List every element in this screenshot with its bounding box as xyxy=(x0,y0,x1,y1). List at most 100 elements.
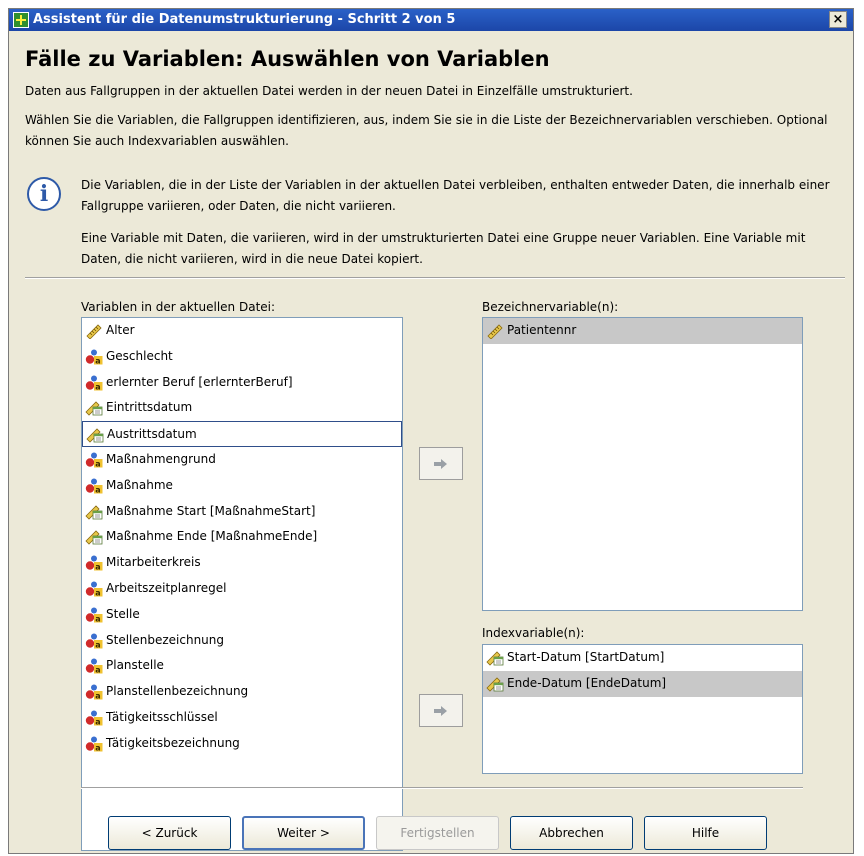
date-scale-icon xyxy=(86,427,104,443)
finish-button[interactable]: Fertigstellen xyxy=(376,816,499,850)
date-scale-icon xyxy=(486,650,504,666)
list-item[interactable]: a Planstelle xyxy=(82,653,402,679)
arrow-right-icon xyxy=(434,705,447,716)
info-text-1: Die Variablen, die in der Liste der Vari… xyxy=(81,178,830,213)
nominal-icon: a xyxy=(85,581,103,597)
list-item[interactable]: a Tätigkeitsschlüssel xyxy=(82,705,402,731)
info-text-2: Eine Variable mit Daten, die variieren, … xyxy=(81,231,806,266)
svg-text:a: a xyxy=(95,717,100,726)
nominal-icon: a xyxy=(85,684,103,701)
scale-icon xyxy=(486,323,504,340)
nominal-icon: a xyxy=(85,478,103,494)
list-item[interactable]: a Stelle xyxy=(82,602,402,628)
separator-bottom xyxy=(81,787,803,789)
list-item-label: Maßnahme Ende [MaßnahmeEnde] xyxy=(106,529,318,544)
list-item[interactable]: Ende-Datum [EndeDatum] xyxy=(483,670,802,697)
dialog-window: Assistent für die Datenumstrukturierung … xyxy=(8,8,854,854)
close-button[interactable]: × xyxy=(829,11,847,28)
nominal-icon: a xyxy=(85,452,103,468)
source-variable-list[interactable]: Alter a Geschlecht a erlernter Beruf [erlern… xyxy=(81,317,403,851)
svg-text:a: a xyxy=(95,640,100,649)
list-item[interactable]: Maßnahme Start [MaßnahmeStart] xyxy=(82,499,402,525)
index-variable-list[interactable]: Start-Datum [StartDatum] Ende-Datum [Ende… xyxy=(482,644,803,774)
list-item-label: Planstellenbezeichnung xyxy=(106,684,249,699)
svg-text:a: a xyxy=(95,563,100,572)
date-scale-icon xyxy=(486,676,504,692)
list-item-label: Start-Datum [StartDatum] xyxy=(507,650,665,664)
list-item[interactable]: Maßnahme Ende [MaßnahmeEnde] xyxy=(82,524,402,550)
arrow-right-icon xyxy=(434,458,447,469)
svg-text:a: a xyxy=(95,666,100,675)
svg-text:a: a xyxy=(95,743,100,752)
list-item[interactable]: a Geschlecht xyxy=(82,344,402,370)
list-item-label: Stelle xyxy=(106,606,140,621)
title-bar[interactable]: Assistent für die Datenumstrukturierung … xyxy=(9,9,853,31)
list-item[interactable]: a Mitarbeiterkreis xyxy=(82,550,402,576)
list-item-label: Alter xyxy=(106,323,135,337)
list-item-label: Austrittsdatum xyxy=(107,427,197,442)
intro-text: Daten aus Fallgruppen in der aktuellen D… xyxy=(25,84,633,98)
move-to-identifier-button[interactable] xyxy=(419,447,463,480)
list-item[interactable]: a Planstellenbezeichnung xyxy=(82,679,402,705)
list-item[interactable]: a Tätigkeitsbezeichnung xyxy=(82,731,402,757)
list-item[interactable]: a Stellenbezeichnung xyxy=(82,628,402,654)
nominal-icon: a xyxy=(85,633,103,649)
nominal-icon: a xyxy=(85,375,103,391)
list-item-label: Maßnahmengrund xyxy=(106,451,216,466)
svg-text:a: a xyxy=(95,614,100,623)
list-item[interactable]: a Arbeitszeitplanregel xyxy=(82,576,402,602)
list-item-label: Tätigkeitsschlüssel xyxy=(106,709,218,724)
date-scale-icon xyxy=(85,504,103,520)
back-button[interactable]: < Zurück xyxy=(108,816,231,850)
nominal-icon: a xyxy=(85,658,103,675)
nominal-icon: a xyxy=(85,555,103,572)
list-item-label: Planstelle xyxy=(106,658,164,673)
list-item-label: Eintrittsdatum xyxy=(106,400,193,415)
nominal-icon: a xyxy=(85,607,103,623)
info-icon: i xyxy=(27,177,61,211)
list-item-label: Stellenbezeichnung xyxy=(106,632,225,647)
list-item-label: Geschlecht xyxy=(106,348,173,363)
list-item-label: Arbeitszeitplanregel xyxy=(106,580,227,595)
list-item[interactable]: Patientennr xyxy=(483,318,802,344)
list-item[interactable]: a Maßnahmengrund xyxy=(82,447,402,473)
cancel-button[interactable]: Abbrechen xyxy=(510,816,633,850)
list-item-label: Ende-Datum [EndeDatum] xyxy=(507,675,667,690)
list-item[interactable]: Austrittsdatum xyxy=(82,421,402,447)
list-item-label: Mitarbeiterkreis xyxy=(106,555,201,570)
help-button[interactable]: Hilfe xyxy=(644,816,767,850)
nominal-icon: a xyxy=(85,710,103,726)
date-scale-icon xyxy=(85,400,103,416)
list-item[interactable]: Alter xyxy=(82,318,402,344)
list-item-label: erlernter Beruf [erlernterBeruf] xyxy=(106,374,293,389)
list-item[interactable]: a Maßnahme xyxy=(82,473,402,499)
list-item[interactable]: Eintrittsdatum xyxy=(82,395,402,421)
nominal-icon: a xyxy=(85,349,103,365)
date-scale-icon xyxy=(85,529,103,545)
separator-top xyxy=(25,277,845,279)
list-item-label: Maßnahme xyxy=(106,477,173,492)
svg-text:a: a xyxy=(95,382,100,391)
identifier-variable-list[interactable]: Patientennr xyxy=(482,317,803,611)
list-item[interactable]: Start-Datum [StartDatum] xyxy=(483,645,802,671)
nominal-icon: a xyxy=(85,736,103,752)
source-list-label: Variablen in der aktuellen Datei: xyxy=(81,300,276,314)
instruction-text: Wählen Sie die Variablen, die Fallgruppe… xyxy=(25,113,828,148)
svg-text:a: a xyxy=(95,356,100,365)
index-list-label: Indexvariable(n): xyxy=(482,626,585,640)
app-icon xyxy=(13,12,29,28)
list-item-label: Patientennr xyxy=(507,323,577,337)
svg-text:a: a xyxy=(95,485,100,494)
move-to-index-button[interactable] xyxy=(419,694,463,727)
next-button[interactable]: Weiter > xyxy=(242,816,365,850)
scale-icon xyxy=(85,323,103,340)
window-title: Assistent für die Datenumstrukturierung … xyxy=(33,12,456,27)
svg-text:a: a xyxy=(95,692,100,701)
list-item[interactable]: a erlernter Beruf [erlernterBeruf] xyxy=(82,370,402,396)
list-item-label: Tätigkeitsbezeichnung xyxy=(106,735,240,750)
list-item-label: Maßnahme Start [MaßnahmeStart] xyxy=(106,503,316,518)
svg-text:a: a xyxy=(95,459,100,468)
identifier-list-label: Bezeichnervariable(n): xyxy=(482,300,619,314)
page-title: Fälle zu Variablen: Auswählen von Variab… xyxy=(25,47,550,71)
svg-text:a: a xyxy=(95,588,100,597)
